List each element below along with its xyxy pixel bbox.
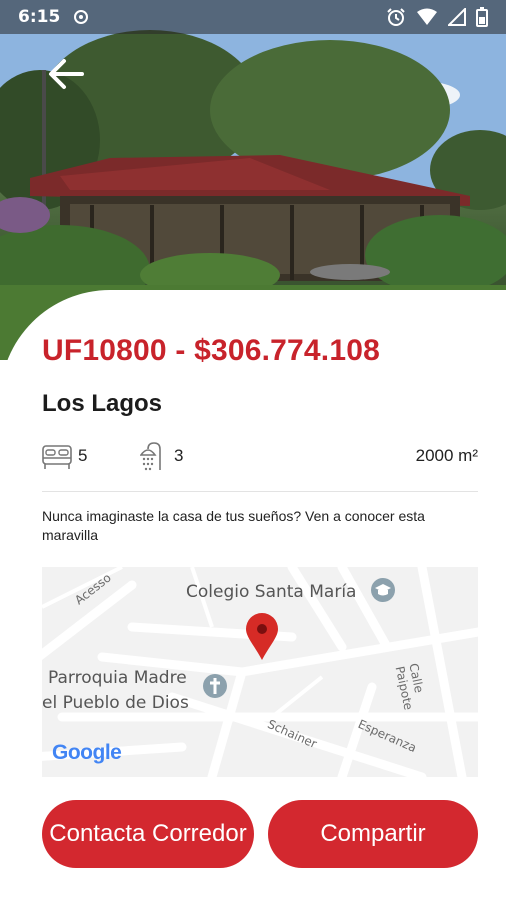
map-pin-icon[interactable] bbox=[244, 613, 280, 661]
poi-church-label-line2: el Pueblo de Dios bbox=[42, 693, 189, 713]
record-icon bbox=[74, 10, 89, 24]
status-bar: 6:15 bbox=[0, 0, 506, 34]
area-feature: 2000 m² bbox=[416, 438, 478, 474]
church-icon bbox=[203, 674, 227, 698]
bathrooms-feature: 3 bbox=[140, 438, 183, 474]
listing-features: 5 3 2000 m² bbox=[42, 438, 478, 474]
google-logo: Google bbox=[52, 741, 122, 765]
battery-icon bbox=[476, 7, 488, 27]
location-map[interactable]: Acesso Colegio Santa María Calle Paipote… bbox=[42, 567, 478, 777]
bedrooms-count: 5 bbox=[78, 446, 88, 465]
google-logo-text: Google bbox=[52, 741, 122, 764]
listing-title: Los Lagos bbox=[42, 390, 163, 417]
poi-church-label-line1: Parroquia Madre bbox=[48, 668, 187, 688]
listing-price: UF10800 - $306.774.108 bbox=[42, 334, 380, 367]
poi-school-label: Colegio Santa María bbox=[186, 582, 357, 602]
contact-agent-button[interactable]: Contacta Corredor bbox=[42, 800, 254, 868]
divider bbox=[42, 491, 478, 492]
arrow-back-icon bbox=[49, 59, 84, 89]
signal-icon bbox=[448, 8, 466, 26]
back-button[interactable] bbox=[44, 52, 88, 96]
status-icons bbox=[386, 7, 488, 27]
shower-icon bbox=[140, 442, 161, 471]
wifi-icon bbox=[417, 8, 437, 25]
area-value: 2000 m² bbox=[415, 446, 478, 465]
bedrooms-feature: 5 bbox=[42, 438, 87, 474]
share-button[interactable]: Compartir bbox=[268, 800, 478, 868]
school-icon bbox=[371, 578, 395, 602]
listing-description: Nunca imaginaste la casa de tus sueños? … bbox=[42, 508, 425, 543]
bathrooms-count: 3 bbox=[174, 446, 184, 465]
alarm-icon bbox=[387, 8, 405, 26]
status-time: 6:15 bbox=[18, 7, 61, 27]
bed-icon bbox=[42, 445, 72, 469]
